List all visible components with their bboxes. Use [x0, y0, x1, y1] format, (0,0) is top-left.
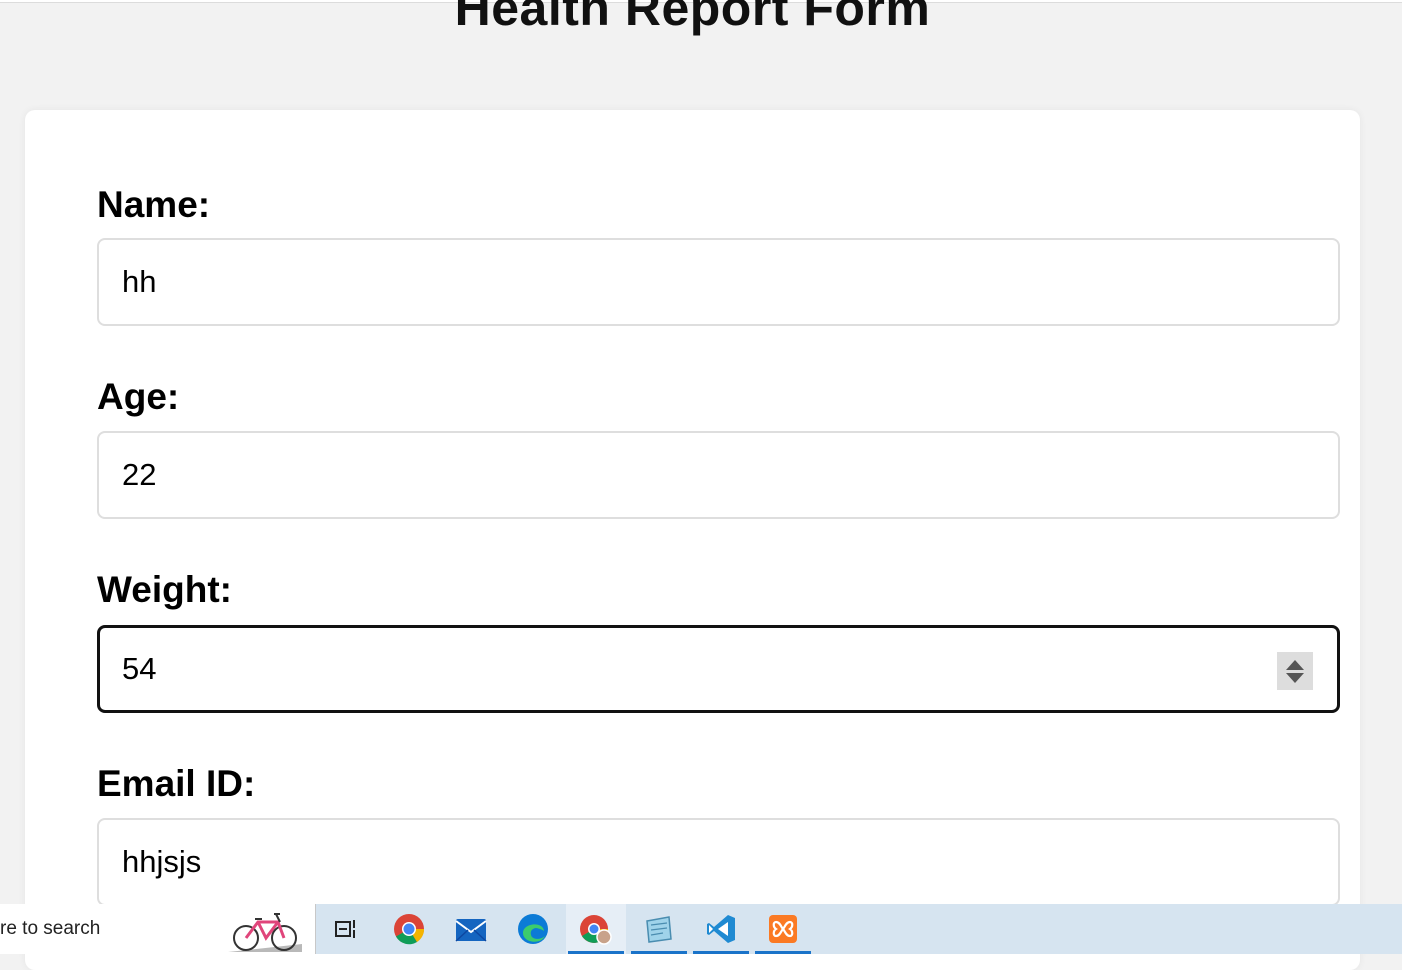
name-input[interactable]: hh	[97, 238, 1340, 326]
bicycle-icon	[228, 913, 302, 952]
name-input-value: hh	[122, 264, 157, 299]
weight-input[interactable]: 54	[97, 625, 1340, 713]
page-title: Health Report Form	[454, 0, 931, 36]
chrome-profile-icon[interactable]	[566, 904, 626, 954]
email-field[interactable]: hhjsjs	[97, 818, 1340, 906]
stepper-down-icon[interactable]	[1286, 672, 1304, 683]
taskbar-search-placeholder: re to search	[0, 918, 101, 939]
stepper-up-icon[interactable]	[1286, 659, 1304, 670]
taskbar: re to search	[0, 904, 1402, 954]
age-input-value: 22	[122, 457, 157, 492]
vscode-icon[interactable]	[691, 904, 751, 954]
mail-icon[interactable]	[441, 904, 501, 954]
weight-stepper[interactable]	[1277, 652, 1313, 690]
notepad-icon[interactable]	[629, 904, 689, 954]
weight-label: Weight:	[97, 569, 232, 610]
taskbar-search-box[interactable]: re to search	[0, 904, 316, 954]
age-input[interactable]: 22	[97, 431, 1340, 519]
age-label: Age:	[97, 376, 180, 417]
edge-icon[interactable]	[503, 904, 563, 954]
email-input-value: hhjsjs	[122, 844, 202, 879]
weight-input-value: 54	[122, 651, 157, 686]
email-label: Email ID:	[97, 763, 256, 804]
chrome-icon[interactable]	[379, 904, 439, 954]
xampp-icon[interactable]	[753, 904, 813, 954]
name-label: Name:	[97, 184, 211, 225]
task-view-icon[interactable]	[316, 904, 376, 954]
